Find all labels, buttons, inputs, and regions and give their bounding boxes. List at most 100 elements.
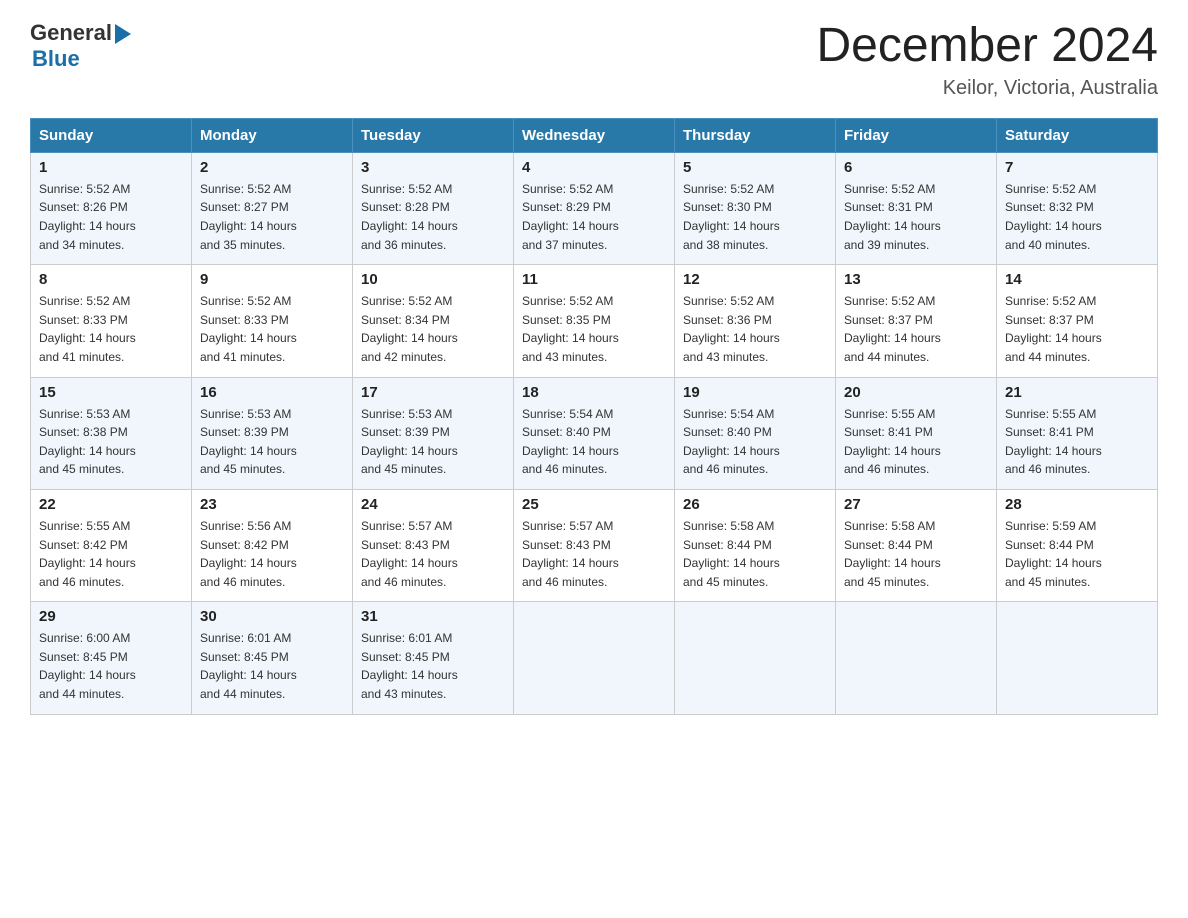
day-number: 16 bbox=[200, 384, 344, 401]
header-day-sunday: Sunday bbox=[31, 118, 192, 152]
day-info: Sunrise: 5:52 AM Sunset: 8:35 PM Dayligh… bbox=[522, 292, 666, 366]
day-number: 23 bbox=[200, 496, 344, 513]
day-info: Sunrise: 5:52 AM Sunset: 8:34 PM Dayligh… bbox=[361, 292, 505, 366]
calendar-cell: 19 Sunrise: 5:54 AM Sunset: 8:40 PM Dayl… bbox=[675, 377, 836, 489]
calendar-cell: 30 Sunrise: 6:01 AM Sunset: 8:45 PM Dayl… bbox=[192, 602, 353, 714]
day-info: Sunrise: 5:52 AM Sunset: 8:37 PM Dayligh… bbox=[844, 292, 988, 366]
day-info: Sunrise: 6:00 AM Sunset: 8:45 PM Dayligh… bbox=[39, 629, 183, 703]
day-number: 15 bbox=[39, 384, 183, 401]
calendar-cell: 10 Sunrise: 5:52 AM Sunset: 8:34 PM Dayl… bbox=[353, 265, 514, 377]
calendar-cell: 23 Sunrise: 5:56 AM Sunset: 8:42 PM Dayl… bbox=[192, 489, 353, 601]
day-number: 18 bbox=[522, 384, 666, 401]
day-info: Sunrise: 5:52 AM Sunset: 8:37 PM Dayligh… bbox=[1005, 292, 1149, 366]
day-info: Sunrise: 5:52 AM Sunset: 8:32 PM Dayligh… bbox=[1005, 180, 1149, 254]
day-number: 30 bbox=[200, 608, 344, 625]
calendar-header-row: SundayMondayTuesdayWednesdayThursdayFrid… bbox=[31, 118, 1158, 152]
logo-blue-text: Blue bbox=[32, 46, 80, 72]
logo-triangle-icon bbox=[115, 24, 131, 44]
day-number: 4 bbox=[522, 159, 666, 176]
day-info: Sunrise: 5:57 AM Sunset: 8:43 PM Dayligh… bbox=[361, 517, 505, 591]
day-info: Sunrise: 5:52 AM Sunset: 8:28 PM Dayligh… bbox=[361, 180, 505, 254]
calendar-cell bbox=[997, 602, 1158, 714]
header-day-thursday: Thursday bbox=[675, 118, 836, 152]
day-number: 1 bbox=[39, 159, 183, 176]
day-number: 28 bbox=[1005, 496, 1149, 513]
header-day-tuesday: Tuesday bbox=[353, 118, 514, 152]
day-number: 25 bbox=[522, 496, 666, 513]
day-number: 9 bbox=[200, 271, 344, 288]
calendar-cell: 18 Sunrise: 5:54 AM Sunset: 8:40 PM Dayl… bbox=[514, 377, 675, 489]
calendar-cell bbox=[675, 602, 836, 714]
day-number: 20 bbox=[844, 384, 988, 401]
day-number: 29 bbox=[39, 608, 183, 625]
calendar-cell bbox=[836, 602, 997, 714]
day-info: Sunrise: 5:58 AM Sunset: 8:44 PM Dayligh… bbox=[844, 517, 988, 591]
day-number: 31 bbox=[361, 608, 505, 625]
calendar-cell: 31 Sunrise: 6:01 AM Sunset: 8:45 PM Dayl… bbox=[353, 602, 514, 714]
day-number: 12 bbox=[683, 271, 827, 288]
day-info: Sunrise: 5:55 AM Sunset: 8:42 PM Dayligh… bbox=[39, 517, 183, 591]
day-number: 14 bbox=[1005, 271, 1149, 288]
day-number: 27 bbox=[844, 496, 988, 513]
day-info: Sunrise: 5:52 AM Sunset: 8:27 PM Dayligh… bbox=[200, 180, 344, 254]
calendar-cell: 3 Sunrise: 5:52 AM Sunset: 8:28 PM Dayli… bbox=[353, 152, 514, 264]
calendar-cell: 1 Sunrise: 5:52 AM Sunset: 8:26 PM Dayli… bbox=[31, 152, 192, 264]
day-info: Sunrise: 5:52 AM Sunset: 8:36 PM Dayligh… bbox=[683, 292, 827, 366]
calendar-cell: 13 Sunrise: 5:52 AM Sunset: 8:37 PM Dayl… bbox=[836, 265, 997, 377]
day-number: 2 bbox=[200, 159, 344, 176]
calendar-cell: 27 Sunrise: 5:58 AM Sunset: 8:44 PM Dayl… bbox=[836, 489, 997, 601]
header-day-friday: Friday bbox=[836, 118, 997, 152]
logo: General Blue bbox=[30, 20, 131, 72]
day-info: Sunrise: 5:55 AM Sunset: 8:41 PM Dayligh… bbox=[1005, 405, 1149, 479]
calendar-cell: 21 Sunrise: 5:55 AM Sunset: 8:41 PM Dayl… bbox=[997, 377, 1158, 489]
day-number: 17 bbox=[361, 384, 505, 401]
calendar-cell: 4 Sunrise: 5:52 AM Sunset: 8:29 PM Dayli… bbox=[514, 152, 675, 264]
header-day-wednesday: Wednesday bbox=[514, 118, 675, 152]
day-info: Sunrise: 5:54 AM Sunset: 8:40 PM Dayligh… bbox=[522, 405, 666, 479]
day-number: 8 bbox=[39, 271, 183, 288]
day-number: 10 bbox=[361, 271, 505, 288]
day-info: Sunrise: 5:59 AM Sunset: 8:44 PM Dayligh… bbox=[1005, 517, 1149, 591]
day-info: Sunrise: 5:54 AM Sunset: 8:40 PM Dayligh… bbox=[683, 405, 827, 479]
day-info: Sunrise: 5:52 AM Sunset: 8:26 PM Dayligh… bbox=[39, 180, 183, 254]
calendar-cell: 7 Sunrise: 5:52 AM Sunset: 8:32 PM Dayli… bbox=[997, 152, 1158, 264]
calendar-cell: 22 Sunrise: 5:55 AM Sunset: 8:42 PM Dayl… bbox=[31, 489, 192, 601]
day-number: 7 bbox=[1005, 159, 1149, 176]
calendar-cell: 15 Sunrise: 5:53 AM Sunset: 8:38 PM Dayl… bbox=[31, 377, 192, 489]
title-area: December 2024 Keilor, Victoria, Australi… bbox=[816, 20, 1158, 100]
calendar-cell: 20 Sunrise: 5:55 AM Sunset: 8:41 PM Dayl… bbox=[836, 377, 997, 489]
day-info: Sunrise: 6:01 AM Sunset: 8:45 PM Dayligh… bbox=[200, 629, 344, 703]
day-number: 3 bbox=[361, 159, 505, 176]
calendar-cell: 26 Sunrise: 5:58 AM Sunset: 8:44 PM Dayl… bbox=[675, 489, 836, 601]
day-info: Sunrise: 5:52 AM Sunset: 8:30 PM Dayligh… bbox=[683, 180, 827, 254]
day-number: 5 bbox=[683, 159, 827, 176]
logo-general-text: General bbox=[30, 20, 112, 46]
day-info: Sunrise: 5:52 AM Sunset: 8:29 PM Dayligh… bbox=[522, 180, 666, 254]
day-number: 21 bbox=[1005, 384, 1149, 401]
day-number: 11 bbox=[522, 271, 666, 288]
page-header: General Blue December 2024 Keilor, Victo… bbox=[30, 20, 1158, 100]
calendar-cell: 14 Sunrise: 5:52 AM Sunset: 8:37 PM Dayl… bbox=[997, 265, 1158, 377]
calendar-cell: 12 Sunrise: 5:52 AM Sunset: 8:36 PM Dayl… bbox=[675, 265, 836, 377]
day-number: 6 bbox=[844, 159, 988, 176]
day-info: Sunrise: 5:53 AM Sunset: 8:38 PM Dayligh… bbox=[39, 405, 183, 479]
location-subtitle: Keilor, Victoria, Australia bbox=[816, 77, 1158, 100]
calendar-cell: 8 Sunrise: 5:52 AM Sunset: 8:33 PM Dayli… bbox=[31, 265, 192, 377]
day-info: Sunrise: 5:57 AM Sunset: 8:43 PM Dayligh… bbox=[522, 517, 666, 591]
calendar-cell: 24 Sunrise: 5:57 AM Sunset: 8:43 PM Dayl… bbox=[353, 489, 514, 601]
day-info: Sunrise: 5:58 AM Sunset: 8:44 PM Dayligh… bbox=[683, 517, 827, 591]
day-number: 19 bbox=[683, 384, 827, 401]
calendar-cell bbox=[514, 602, 675, 714]
calendar-cell: 16 Sunrise: 5:53 AM Sunset: 8:39 PM Dayl… bbox=[192, 377, 353, 489]
calendar-cell: 17 Sunrise: 5:53 AM Sunset: 8:39 PM Dayl… bbox=[353, 377, 514, 489]
day-info: Sunrise: 5:56 AM Sunset: 8:42 PM Dayligh… bbox=[200, 517, 344, 591]
calendar-cell: 6 Sunrise: 5:52 AM Sunset: 8:31 PM Dayli… bbox=[836, 152, 997, 264]
calendar-cell: 29 Sunrise: 6:00 AM Sunset: 8:45 PM Dayl… bbox=[31, 602, 192, 714]
month-title: December 2024 bbox=[816, 20, 1158, 73]
calendar-cell: 28 Sunrise: 5:59 AM Sunset: 8:44 PM Dayl… bbox=[997, 489, 1158, 601]
calendar-week-row: 1 Sunrise: 5:52 AM Sunset: 8:26 PM Dayli… bbox=[31, 152, 1158, 264]
calendar-week-row: 8 Sunrise: 5:52 AM Sunset: 8:33 PM Dayli… bbox=[31, 265, 1158, 377]
calendar-cell: 25 Sunrise: 5:57 AM Sunset: 8:43 PM Dayl… bbox=[514, 489, 675, 601]
day-info: Sunrise: 6:01 AM Sunset: 8:45 PM Dayligh… bbox=[361, 629, 505, 703]
calendar-cell: 11 Sunrise: 5:52 AM Sunset: 8:35 PM Dayl… bbox=[514, 265, 675, 377]
